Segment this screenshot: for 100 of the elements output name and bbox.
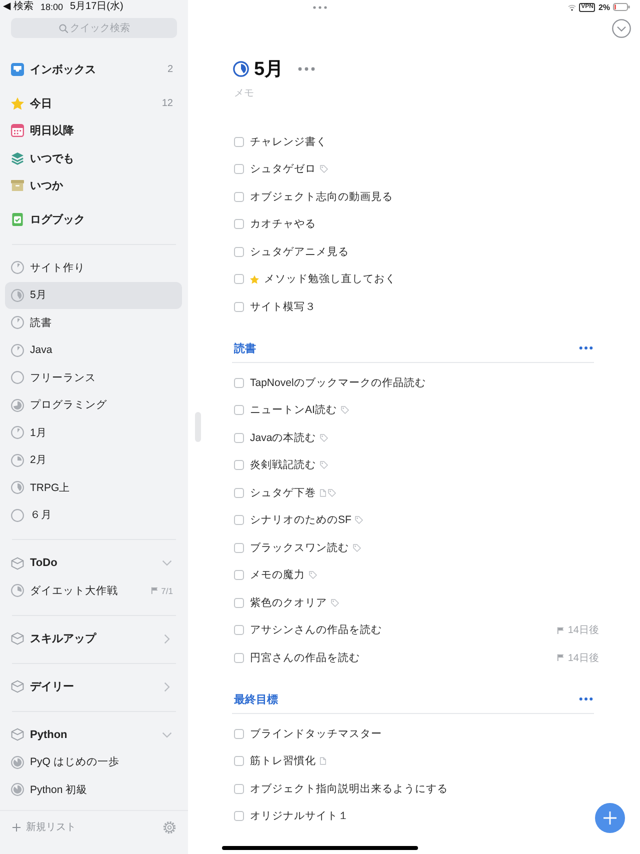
sidebar-item[interactable]: フリーランス (5, 364, 182, 392)
checkbox[interactable] (234, 274, 244, 284)
sidebar-item[interactable]: 明日以降 (5, 117, 182, 144)
flag-icon (556, 626, 564, 634)
sidebar-item[interactable]: Python 初級 (5, 776, 182, 804)
chevron-right-icon[interactable] (164, 682, 170, 692)
area-header[interactable]: デイリー (5, 673, 182, 700)
task-title[interactable]: チャレンジ書く (250, 134, 327, 149)
checkbox[interactable] (234, 625, 244, 636)
sidebar-item[interactable]: いつか (5, 172, 182, 200)
ellipsis-icon[interactable] (579, 697, 593, 701)
sidebar-item[interactable]: プログラミング (5, 392, 182, 419)
task-title[interactable]: オブジェクト指向説明出来るようにする (250, 782, 448, 796)
checkbox[interactable] (234, 652, 244, 663)
chevron-right-icon[interactable] (164, 634, 170, 644)
status-date: 5月17日(水) (70, 1, 124, 13)
checkbox[interactable] (234, 432, 244, 443)
task-title[interactable]: カオチャやる (250, 217, 316, 232)
progress-pie-icon (11, 371, 24, 384)
area-header[interactable]: ToDo (5, 550, 182, 577)
task-title[interactable]: ニュートンAI読む (250, 403, 337, 418)
battery-icon (613, 3, 630, 11)
task-title[interactable]: シュタゲゼロ (250, 162, 316, 176)
checkbox[interactable] (234, 756, 244, 766)
task-title[interactable]: Javaの本読む (250, 430, 316, 445)
progress-pie-icon (11, 783, 24, 796)
checkbox[interactable] (234, 460, 244, 470)
checkbox[interactable] (234, 570, 244, 580)
sidebar-item[interactable]: インボックス 2 (5, 56, 182, 83)
task-title[interactable]: シナリオのためのSF (250, 513, 352, 528)
layers-icon (11, 152, 24, 165)
checkbox[interactable] (234, 515, 244, 526)
progress-pie-icon (11, 481, 24, 494)
task-title[interactable]: シュタゲアニメ見る (250, 244, 349, 259)
chevron-down-circle-icon[interactable] (612, 19, 631, 38)
checkbox[interactable] (234, 784, 244, 794)
search-field[interactable]: クイック検索 (11, 18, 177, 38)
task-title[interactable]: サイト模写３ (250, 300, 316, 314)
checkbox[interactable] (234, 136, 244, 147)
task-title[interactable]: メモの魔力 (250, 568, 305, 582)
checkbox[interactable] (234, 164, 244, 174)
task-title[interactable]: オブジェクト志向の動画見る (250, 190, 393, 204)
sidebar-item[interactable]: PyQ はじめの一歩 (5, 748, 182, 776)
progress-pie-icon (233, 61, 249, 77)
checkbox[interactable] (234, 405, 244, 416)
checkbox[interactable] (234, 728, 244, 739)
task-title[interactable]: ブラックスワン読む (250, 540, 349, 555)
deadline-text: 14日後 (568, 652, 599, 665)
checkbox[interactable] (234, 542, 244, 553)
settings-icon[interactable] (163, 821, 176, 834)
sidebar-item[interactable]: 2月 (5, 446, 182, 474)
checkbox[interactable] (234, 219, 244, 230)
sidebar-item[interactable]: ログブック (5, 206, 182, 234)
sidebar-item[interactable]: 5月 (5, 282, 182, 309)
heading-title: 読書 (234, 342, 256, 356)
checkbox[interactable] (234, 488, 244, 498)
checkbox[interactable] (234, 811, 244, 822)
sidebar-item[interactable]: ダイエット大作戦 7/1 (5, 577, 182, 604)
checkbox[interactable] (234, 378, 244, 388)
sidebar-item[interactable]: TRPG上 (5, 474, 182, 502)
task-title[interactable]: ブラインドタッチマスター (250, 726, 382, 741)
task-title[interactable]: オリジナルサイト１ (250, 809, 349, 824)
task-title[interactable]: TapNovelのブックマークの作品読む (250, 376, 426, 390)
task-title[interactable]: 炎剣戦記読む (250, 458, 316, 472)
ellipsis-icon[interactable] (579, 346, 593, 350)
add-button[interactable] (595, 803, 625, 833)
task-title[interactable]: メソッド勉強し直しておく (264, 272, 396, 286)
split-view-handle[interactable] (195, 412, 201, 442)
task-title[interactable]: シュタゲ下巻 (250, 486, 316, 500)
sidebar-item[interactable]: 今日 12 (5, 90, 182, 117)
checkbox[interactable] (234, 598, 244, 608)
sidebar-item[interactable]: 1月 (5, 419, 182, 446)
chevron-down-icon[interactable] (162, 732, 172, 738)
cube-icon (11, 728, 24, 742)
search-icon (59, 24, 68, 32)
flag-icon (151, 587, 158, 594)
checkbox[interactable] (234, 246, 244, 257)
task-title[interactable]: アサシンさんの作品を読む (250, 623, 382, 638)
task-title[interactable]: 筋トレ習慣化 (250, 754, 316, 768)
back-link[interactable]: ◀ 検索 (3, 1, 34, 13)
area-header[interactable]: Python (5, 721, 182, 748)
chevron-down-icon[interactable] (162, 560, 172, 566)
sidebar-item[interactable]: ６月 (5, 502, 182, 529)
ellipsis-icon[interactable] (313, 6, 327, 8)
checkbox[interactable] (234, 192, 244, 202)
progress-pie-icon (11, 261, 24, 274)
sidebar-item[interactable]: いつでも (5, 144, 182, 172)
task-title[interactable]: 円宮さんの作品を読む (250, 650, 360, 665)
progress-pie-icon (11, 584, 24, 598)
progress-pie-icon (11, 288, 24, 302)
cube-icon (11, 556, 24, 570)
sidebar-item[interactable]: Java (5, 336, 182, 364)
task-title[interactable]: 紫色のクオリア (250, 596, 327, 610)
ellipsis-icon[interactable] (298, 67, 315, 71)
plus-icon (603, 811, 617, 825)
notes-field[interactable]: メモ (234, 86, 474, 100)
checkbox[interactable] (234, 302, 244, 312)
sidebar-item[interactable]: サイト作り (5, 254, 182, 282)
sidebar-item[interactable]: 読書 (5, 309, 182, 336)
area-header[interactable]: スキルアップ (5, 625, 182, 652)
